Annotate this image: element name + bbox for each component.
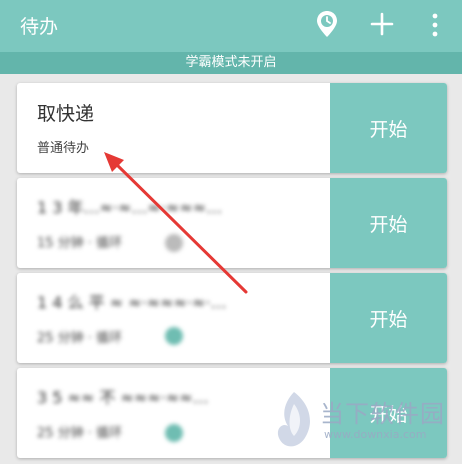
- start-button[interactable]: 开始: [330, 178, 447, 268]
- todo-text: 1 4 么 平 ≈ ≈·≈≈≈·≈·… 25 分钟 · 循环: [37, 273, 327, 363]
- todo-type: 15 分钟 · 循环: [37, 236, 123, 251]
- todo-card[interactable]: 取快递 普通待办 开始: [17, 83, 447, 173]
- todo-type: 25 分钟 · 循环: [37, 331, 123, 346]
- todo-type: 普通待办: [37, 141, 90, 156]
- study-mode-banner[interactable]: 学霸模式未开启: [0, 52, 462, 74]
- page-title: 待办: [20, 16, 59, 38]
- todo-text: 取快递 普通待办: [37, 83, 327, 173]
- watermark-url: www.downxia.com: [324, 428, 427, 441]
- more-vertical-icon[interactable]: [430, 12, 440, 42]
- watermark-logo-icon: [277, 392, 310, 447]
- todo-name: 取快递: [37, 103, 95, 125]
- plus-icon[interactable]: [370, 12, 394, 40]
- watermark-text: 当下软件园: [320, 400, 445, 428]
- todo-tag-icon: [165, 234, 183, 252]
- start-button[interactable]: 开始: [330, 83, 447, 173]
- todo-name: 1 4 么 平 ≈ ≈·≈≈≈·≈·…: [37, 293, 227, 312]
- todo-tag-icon: [165, 327, 183, 345]
- todo-card[interactable]: 1 4 么 平 ≈ ≈·≈≈≈·≈·… 25 分钟 · 循环 开始: [17, 273, 447, 363]
- todo-card[interactable]: 1 3 年…≈·≈…≈·≈≈≈… 15 分钟 · 循环 开始: [17, 178, 447, 268]
- todo-text: 1 3 年…≈·≈…≈·≈≈≈… 15 分钟 · 循环: [37, 178, 327, 268]
- app-bar: 待办: [0, 0, 462, 52]
- clock-pin-icon[interactable]: [316, 10, 338, 42]
- start-button[interactable]: 开始: [330, 273, 447, 363]
- todo-type: 25 分钟 · 循环: [37, 426, 123, 441]
- todo-name: 3 5 ≈≈ 不 ≈≈≈·≈≈…: [37, 388, 209, 407]
- site-watermark: 当下软件园 www.downxia.com: [270, 390, 460, 460]
- todo-tag-icon: [165, 424, 183, 442]
- todo-name: 1 3 年…≈·≈…≈·≈≈≈…: [37, 198, 223, 217]
